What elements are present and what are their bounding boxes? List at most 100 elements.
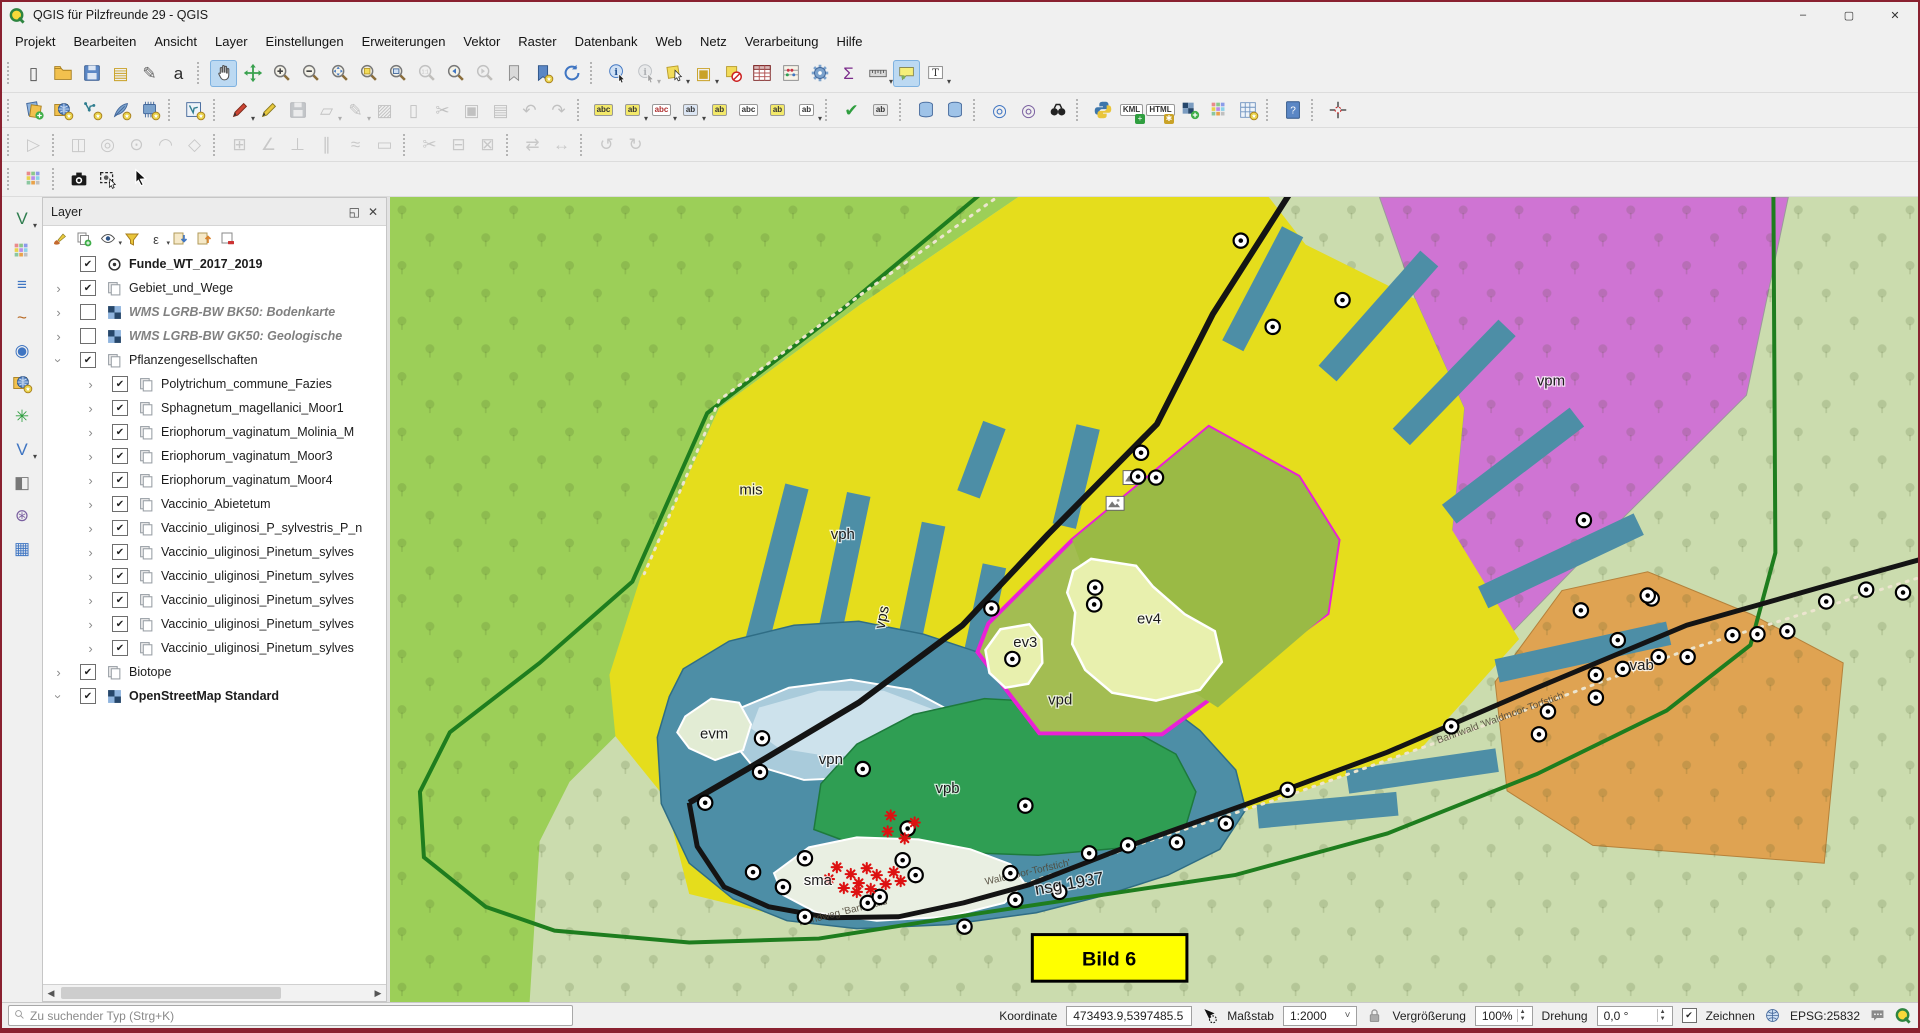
layer-styling-icon[interactable] [50, 229, 70, 249]
new-geopackage-layer-icon[interactable] [107, 97, 134, 124]
add-raster-layer-icon[interactable] [1176, 97, 1203, 124]
layer-visibility-checkbox[interactable] [80, 304, 96, 320]
show-bookmarks-icon[interactable] [529, 60, 556, 87]
menu-projekt[interactable]: Projekt [6, 30, 64, 53]
expander-icon[interactable]: › [51, 305, 66, 320]
expander-icon[interactable]: › [83, 425, 98, 440]
expander-icon[interactable]: › [83, 617, 98, 632]
expander-icon[interactable]: › [51, 689, 66, 704]
collapse-all-icon[interactable] [194, 229, 214, 249]
layer-item[interactable]: ›✔Vaccinio_uliginosi_Pinetum_sylves [43, 540, 386, 564]
open-project-icon[interactable] [49, 60, 76, 87]
menu-netz[interactable]: Netz [691, 30, 736, 53]
html-export-icon[interactable]: HTML✱ [1147, 97, 1174, 124]
move-label-icon[interactable]: abc [735, 97, 762, 124]
expander-icon[interactable]: › [83, 545, 98, 560]
menu-datenbank[interactable]: Datenbank [566, 30, 647, 53]
expander-icon[interactable]: › [83, 521, 98, 536]
layer-item[interactable]: ›✔Vaccinio_uliginosi_Pinetum_sylves [43, 612, 386, 636]
layer-item[interactable]: ›✔Vaccinio_uliginosi_Pinetum_sylves [43, 564, 386, 588]
layer-visibility-checkbox[interactable]: ✔ [112, 520, 128, 536]
menu-raster[interactable]: Raster [509, 30, 565, 53]
menu-hilfe[interactable]: Hilfe [827, 30, 871, 53]
scrollbar-thumb[interactable] [61, 987, 281, 999]
layer-visibility-checkbox[interactable]: ✔ [80, 352, 96, 368]
layer-visibility-checkbox[interactable]: ✔ [112, 592, 128, 608]
identify-features-icon[interactable]: i [603, 60, 630, 87]
layer-visibility-checkbox[interactable]: ✔ [112, 448, 128, 464]
circle-tool-icon[interactable]: ◉ [9, 337, 35, 363]
panel-horizontal-scrollbar[interactable]: ◀ ▶ [43, 984, 386, 1001]
new-print-layout-icon[interactable]: a [165, 60, 192, 87]
binoculars-search-icon[interactable] [1044, 97, 1071, 124]
crs-globe-icon[interactable] [1764, 1007, 1781, 1024]
rotate-label-icon[interactable]: ab [764, 97, 791, 124]
messages-icon[interactable] [1869, 1007, 1886, 1024]
layer-item[interactable]: ›✔Polytrichum_commune_Fazies [43, 372, 386, 396]
expander-icon[interactable]: › [83, 593, 98, 608]
map-canvas[interactable]: Rundweg 'BannwaldWaldmoor-Torfstich'Bann… [390, 197, 1918, 1002]
layer-item[interactable]: ›WMS LGRB-BW BK50: Bodenkarte [43, 300, 386, 324]
expander-icon[interactable]: › [83, 473, 98, 488]
vector-v-tool-icon[interactable]: V▾ [9, 436, 35, 462]
deselect-features-icon[interactable] [719, 60, 746, 87]
digitize-shape-icon[interactable]: V▾ [9, 205, 35, 231]
layer-visibility-checkbox[interactable]: ✔ [80, 280, 96, 296]
asterisk-tool-icon[interactable]: ✳ [9, 403, 35, 429]
layer-item[interactable]: ›✔Sphagnetum_magellanici_Moor1 [43, 396, 386, 420]
help-contents-icon[interactable]: ? [1279, 97, 1306, 124]
layer-item[interactable]: ›✔Vaccinio_Abietetum [43, 492, 386, 516]
zoom-full-extent-icon[interactable] [326, 60, 353, 87]
expander-icon[interactable]: › [83, 497, 98, 512]
layer-visibility-checkbox[interactable]: ✔ [112, 376, 128, 392]
expander-icon[interactable]: › [83, 377, 98, 392]
new-virtual-layer-icon[interactable] [136, 97, 163, 124]
menu-ansicht[interactable]: Ansicht [145, 30, 206, 53]
menu-layer[interactable]: Layer [206, 30, 257, 53]
zoom-last-icon[interactable] [442, 60, 469, 87]
layer-visibility-checkbox[interactable]: ✔ [80, 664, 96, 680]
menu-einstellungen[interactable]: Einstellungen [257, 30, 353, 53]
freehand-tool-icon[interactable]: ~ [9, 304, 35, 330]
vertex-marker-tool-icon[interactable]: ⊛ [9, 502, 35, 528]
raster-grid-tool-icon[interactable] [9, 238, 35, 264]
layer-item[interactable]: ›✔OpenStreetMap Standard [43, 684, 386, 708]
layer-item[interactable]: ›WMS LGRB-BW GK50: Geologische [43, 324, 386, 348]
maximize-button[interactable]: ▢ [1826, 2, 1872, 28]
pin-labels-icon[interactable]: ab▾ [677, 97, 704, 124]
layer-item[interactable]: ›✔Vaccinio_uliginosi_Pinetum_sylves [43, 636, 386, 660]
manage-map-themes-icon[interactable]: ▾ [98, 229, 118, 249]
layer-item[interactable]: ›✔Gebiet_und_Wege [43, 276, 386, 300]
minimize-button[interactable]: – [1780, 2, 1826, 28]
coordinate-input[interactable]: 473493.9,5397485.5 [1066, 1006, 1192, 1026]
import-photos-icon[interactable] [65, 166, 92, 193]
sum-statistics-icon[interactable]: Σ [835, 60, 862, 87]
layer-visibility-checkbox[interactable]: ✔ [112, 568, 128, 584]
expander-icon[interactable]: › [83, 401, 98, 416]
menu-verarbeitung[interactable]: Verarbeitung [736, 30, 828, 53]
scroll-right-icon[interactable]: ▶ [370, 988, 386, 999]
toggle-editing-icon[interactable] [255, 97, 282, 124]
crosshair-icon[interactable] [1324, 97, 1351, 124]
current-edits-icon[interactable]: ▾ [226, 97, 253, 124]
select-features-icon[interactable]: ▾ [661, 60, 688, 87]
layer-item[interactable]: ›✔Eriophorum_vaginatum_Moor4 [43, 468, 386, 492]
new-project-icon[interactable]: ▯ [20, 60, 47, 87]
render-checkbox[interactable]: ✔ [1682, 1008, 1697, 1023]
select-by-value-icon[interactable]: ▣▾ [690, 60, 717, 87]
zoom-in-icon[interactable] [268, 60, 295, 87]
pan-to-selection-icon[interactable] [239, 60, 266, 87]
statistics-panel-icon[interactable] [777, 60, 804, 87]
color-palette-grid-icon[interactable] [1205, 97, 1232, 124]
layer-item[interactable]: ›✔Pflanzengesellschaften [43, 348, 386, 372]
offline-editing-icon[interactable] [941, 97, 968, 124]
pan-map-icon[interactable] [210, 60, 237, 87]
search-input[interactable]: Zu suchender Typ (Strg+K) [8, 1005, 573, 1026]
expander-icon[interactable]: › [51, 353, 66, 368]
rotation-spinbox[interactable]: 0,0 °▲▼ [1597, 1006, 1673, 1026]
project-properties-icon[interactable]: ✎ [136, 60, 163, 87]
close-button[interactable]: ✕ [1872, 2, 1918, 28]
save-project-icon[interactable] [78, 60, 105, 87]
menu-bearbeiten[interactable]: Bearbeiten [64, 30, 145, 53]
add-wms-layer-icon[interactable] [49, 97, 76, 124]
